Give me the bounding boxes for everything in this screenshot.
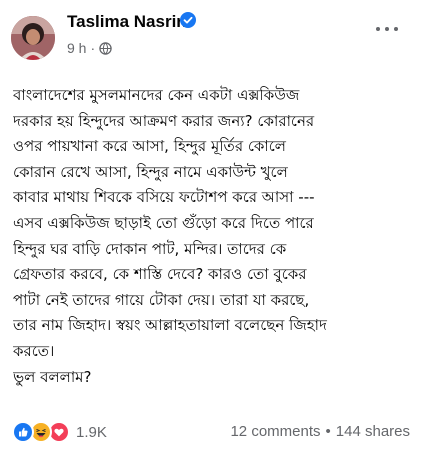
post-text: বাংলাদেশের মুসলমানদের কেন একটা এক্সকিউজ …: [13, 83, 415, 390]
post-footer: 1.9K 12 comments • 144 shares: [0, 415, 424, 445]
author-avatar[interactable]: [11, 16, 55, 60]
post-text-line: ভুল বললাম?: [13, 367, 92, 386]
post-text-line: তার নাম জিহাদ। স্বয়ং আল্লাহতায়ালা বলেছ…: [13, 316, 327, 335]
post-text-line: কোরান রেখে আসা, হিন্দুর নামে একাউন্ট খুল…: [13, 162, 288, 181]
shares-count[interactable]: 144 shares: [336, 423, 410, 440]
post-text-line: পাটা নেই তাদের গায়ে টোকা দেয়। তারা যা …: [13, 290, 310, 309]
post-text-line: করতে।: [13, 341, 55, 360]
meta-separator: ·: [90, 40, 96, 56]
post-text-line: এসব এক্সকিউজ ছাড়াই তো গুঁড়ো করে দিতে প…: [13, 213, 314, 232]
reaction-summary[interactable]: 1.9K: [12, 421, 107, 443]
post-meta: 9 h ·: [67, 40, 112, 56]
more-options-icon[interactable]: [376, 24, 398, 34]
like-reaction-icon: [12, 421, 34, 443]
post-text-line: গ্রেফতার করবে, কে শাস্তি দেবে? কারও তো ব…: [13, 265, 307, 284]
globe-icon: [99, 41, 112, 55]
engagement-counts: 12 comments • 144 shares: [230, 423, 410, 440]
counts-separator: •: [325, 423, 331, 440]
post-text-line: ওপর পায়খানা করে আসা, হিন্দুর মূর্তির কো…: [13, 137, 286, 156]
post-text-line: দরকার হয় হিন্দুদের আক্রমণ করার জন্য? কো…: [13, 111, 315, 130]
post-time[interactable]: 9 h: [67, 40, 86, 56]
comments-count[interactable]: 12 comments: [230, 423, 320, 440]
reaction-count[interactable]: 1.9K: [76, 424, 107, 441]
verified-badge-icon: [180, 12, 196, 28]
author-name[interactable]: Taslima Nasrin: [67, 12, 187, 32]
post-text-line: হিন্দুর ঘর বাড়ি দোকান পাট, মন্দির। তাদে…: [13, 239, 287, 258]
post-text-line: বাংলাদেশের মুসলমানদের কেন একটা এক্সকিউজ: [13, 86, 300, 104]
post-header: Taslima Nasrin 9 h ·: [0, 0, 424, 70]
post-text-line: কাবার মাথায় শিবকে বসিয়ে ফটোশপ করে আসা …: [13, 188, 315, 207]
